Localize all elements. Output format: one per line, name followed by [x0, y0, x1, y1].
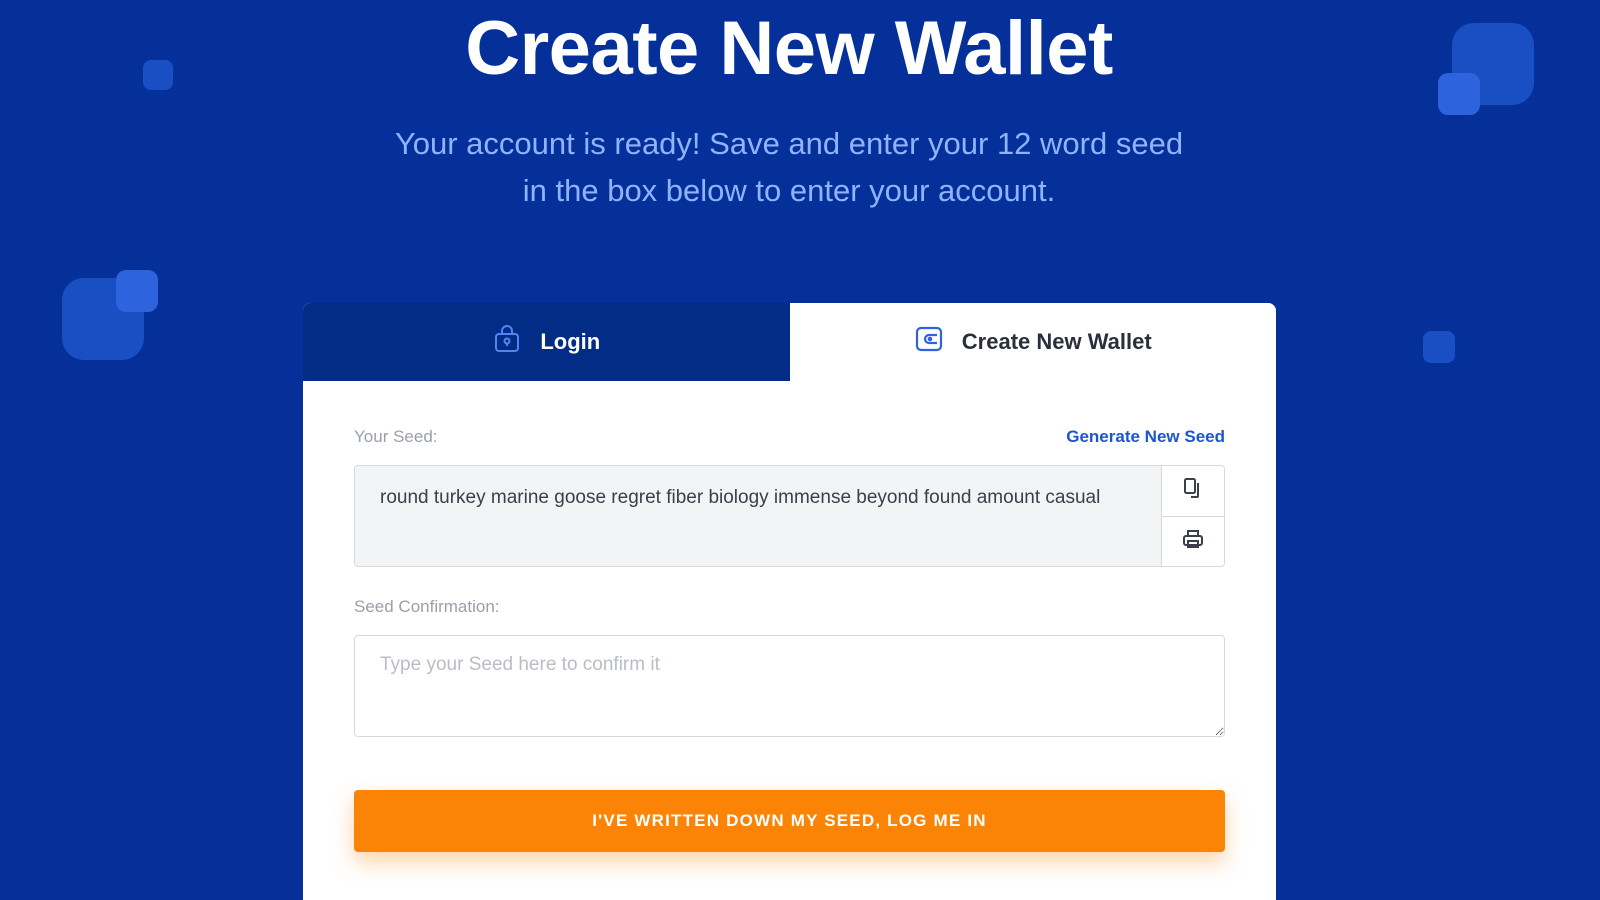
confirm-login-button[interactable]: I'VE WRITTEN DOWN MY SEED, LOG ME IN [354, 790, 1225, 852]
tab-login-label: Login [540, 329, 601, 354]
decorative-square [116, 270, 158, 312]
page-title: Create New Wallet [465, 6, 1113, 91]
print-seed-button[interactable] [1162, 515, 1224, 566]
copy-seed-button[interactable] [1162, 466, 1224, 516]
confirmation-label-row: Seed Confirmation: [354, 595, 1225, 619]
seed-display: round turkey marine goose regret fiber b… [354, 465, 1225, 567]
lock-bag-icon [492, 324, 522, 360]
decorative-square [1423, 331, 1455, 363]
seed-confirmation-label: Seed Confirmation: [354, 597, 500, 616]
generate-new-seed-link[interactable]: Generate New Seed [1066, 427, 1225, 447]
tab-bar: Login Create New Wallet [303, 303, 1276, 381]
tab-create-label: Create New Wallet [961, 329, 1152, 354]
seed-text[interactable]: round turkey marine goose regret fiber b… [355, 466, 1161, 566]
page-subtitle: Your account is ready! Save and enter yo… [0, 120, 1578, 214]
create-wallet-page: Create New Wallet Your account is ready!… [0, 0, 1600, 900]
tab-login[interactable]: Login [303, 303, 790, 381]
seed-actions [1161, 466, 1224, 566]
subtitle-line-1: Your account is ready! Save and enter yo… [394, 126, 1184, 161]
seed-label: Your Seed: [354, 427, 438, 446]
form-body: Your Seed: Generate New Seed round turke… [303, 425, 1276, 852]
wallet-icon [914, 324, 944, 360]
subtitle-line-2: in the box below to enter your account. [522, 173, 1056, 208]
tab-create-new-wallet[interactable]: Create New Wallet [789, 303, 1276, 381]
seed-confirmation-input[interactable] [354, 635, 1225, 737]
print-icon [1182, 528, 1204, 555]
wallet-card: Login Create New Wallet Your Seed: Gener… [303, 303, 1276, 900]
seed-label-row: Your Seed: Generate New Seed [354, 425, 1225, 449]
copy-icon [1182, 477, 1204, 504]
